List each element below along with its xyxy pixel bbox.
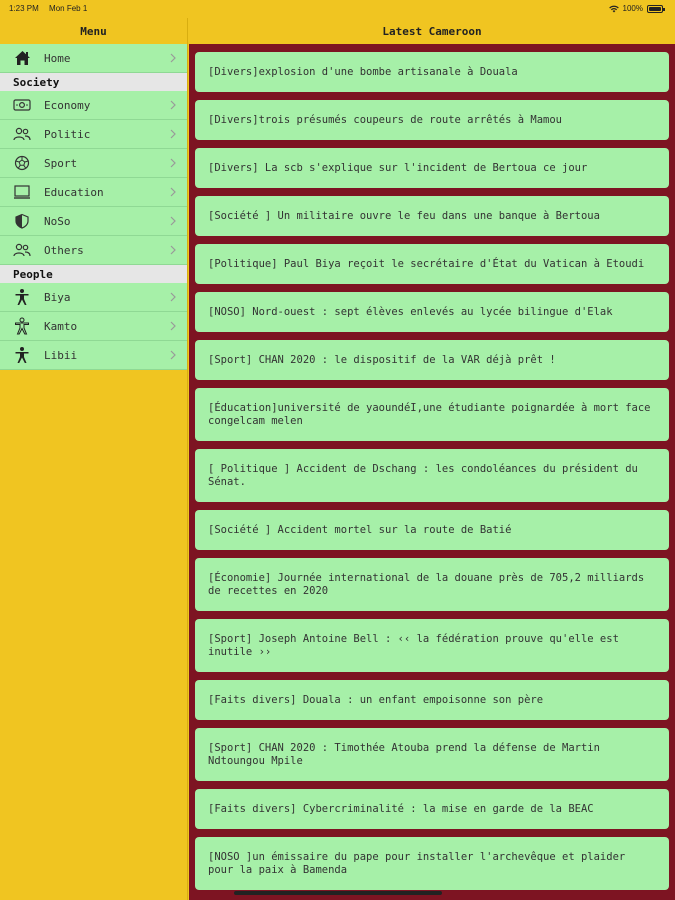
sidebar-item-others[interactable]: Others bbox=[0, 236, 187, 265]
sidebar-item-noso[interactable]: NoSo bbox=[0, 207, 187, 236]
sidebar-item-label: Politic bbox=[44, 127, 91, 141]
sidebar-item-biya[interactable]: Biya bbox=[0, 283, 187, 312]
news-item[interactable]: [NOSO ]un émissaire du pape pour install… bbox=[195, 837, 669, 890]
chevron-right-icon bbox=[170, 216, 176, 226]
chevron-right-icon bbox=[170, 129, 176, 139]
sidebar-item-label: Economy bbox=[44, 98, 91, 112]
news-item[interactable]: [Sport] CHAN 2020 : Timothée Atouba pren… bbox=[195, 728, 669, 781]
ball-icon bbox=[13, 154, 31, 172]
battery-level: 100% bbox=[622, 4, 643, 13]
chevron-right-icon bbox=[170, 158, 176, 168]
person-icon bbox=[13, 317, 31, 335]
news-item[interactable]: [Éducation]université de yaoundéI,une ét… bbox=[195, 388, 669, 441]
home-icon bbox=[13, 49, 31, 67]
news-item[interactable]: [Divers] La scb s'explique sur l'inciden… bbox=[195, 148, 669, 188]
status-time: 1:23 PM bbox=[9, 4, 39, 13]
news-item[interactable]: [Divers]trois présumés coupeurs de route… bbox=[195, 100, 669, 140]
chevron-right-icon bbox=[170, 350, 176, 360]
money-icon bbox=[13, 96, 31, 114]
chevron-right-icon bbox=[170, 292, 176, 302]
sidebar-item-label: Home bbox=[44, 51, 71, 65]
content-title: Latest Cameroon bbox=[189, 18, 675, 44]
book-icon bbox=[13, 183, 31, 201]
sidebar-item-economy[interactable]: Economy bbox=[0, 91, 187, 120]
sidebar: Menu Home Society Economy Politic Sport … bbox=[0, 18, 188, 900]
news-feed[interactable]: [Divers]explosion d'une bombe artisanale… bbox=[189, 44, 675, 900]
sidebar-item-politic[interactable]: Politic bbox=[0, 120, 187, 149]
news-item[interactable]: [Économie] Journée international de la d… bbox=[195, 558, 669, 611]
news-item[interactable]: [Société ] Un militaire ouvre le feu dan… bbox=[195, 196, 669, 236]
chevron-right-icon bbox=[170, 53, 176, 63]
chevron-right-icon bbox=[170, 100, 176, 110]
sidebar-item-label: Others bbox=[44, 243, 84, 257]
sidebar-item-home[interactable]: Home bbox=[0, 44, 187, 73]
people-icon bbox=[13, 241, 31, 259]
section-header-people: People bbox=[0, 265, 187, 283]
sidebar-item-education[interactable]: Education bbox=[0, 178, 187, 207]
sidebar-item-libii[interactable]: Libii bbox=[0, 341, 187, 370]
person-icon bbox=[13, 346, 31, 364]
news-item[interactable]: [Politique] Paul Biya reçoit le secrétai… bbox=[195, 244, 669, 284]
menu-list: Home Society Economy Politic Sport Educa… bbox=[0, 44, 187, 370]
people-icon bbox=[13, 125, 31, 143]
news-item[interactable]: [Société ] Accident mortel sur la route … bbox=[195, 510, 669, 550]
sidebar-item-sport[interactable]: Sport bbox=[0, 149, 187, 178]
battery-icon bbox=[647, 4, 665, 13]
shield-icon bbox=[13, 212, 31, 230]
news-item[interactable]: [NOSO] Nord-ouest : sept élèves enlevés … bbox=[195, 292, 669, 332]
sidebar-item-label: NoSo bbox=[44, 214, 71, 228]
sidebar-item-label: Sport bbox=[44, 156, 78, 170]
person-icon bbox=[13, 288, 31, 306]
wifi-icon bbox=[608, 5, 619, 12]
chevron-right-icon bbox=[170, 187, 176, 197]
chevron-right-icon bbox=[170, 321, 176, 331]
sidebar-item-kamto[interactable]: Kamto bbox=[0, 312, 187, 341]
news-item[interactable]: [Faits divers] Cybercriminalité : la mis… bbox=[195, 789, 669, 829]
home-indicator[interactable] bbox=[234, 891, 442, 895]
sidebar-item-label: Education bbox=[44, 185, 104, 199]
sidebar-item-label: Libii bbox=[44, 348, 78, 362]
section-header-society: Society bbox=[0, 73, 187, 91]
news-item[interactable]: [Sport] Joseph Antoine Bell : ‹‹ la fédé… bbox=[195, 619, 669, 672]
sidebar-title: Menu bbox=[80, 24, 107, 38]
sidebar-item-label: Biya bbox=[44, 290, 71, 304]
news-list: [Divers]explosion d'une bombe artisanale… bbox=[189, 44, 675, 890]
sidebar-item-label: Kamto bbox=[44, 319, 78, 333]
news-item[interactable]: [ Politique ] Accident de Dschang : les … bbox=[195, 449, 669, 502]
news-item[interactable]: [Sport] CHAN 2020 : le dispositif de la … bbox=[195, 340, 669, 380]
chevron-right-icon bbox=[170, 245, 176, 255]
news-item[interactable]: [Divers]explosion d'une bombe artisanale… bbox=[195, 52, 669, 92]
status-left: 1:23 PM Mon Feb 1 bbox=[9, 4, 95, 13]
news-item[interactable]: [Faits divers] Douala : un enfant empois… bbox=[195, 680, 669, 720]
status-bar: 1:23 PM Mon Feb 1 100% bbox=[0, 0, 675, 18]
status-right: 100% bbox=[608, 4, 665, 13]
status-date: Mon Feb 1 bbox=[49, 4, 88, 13]
